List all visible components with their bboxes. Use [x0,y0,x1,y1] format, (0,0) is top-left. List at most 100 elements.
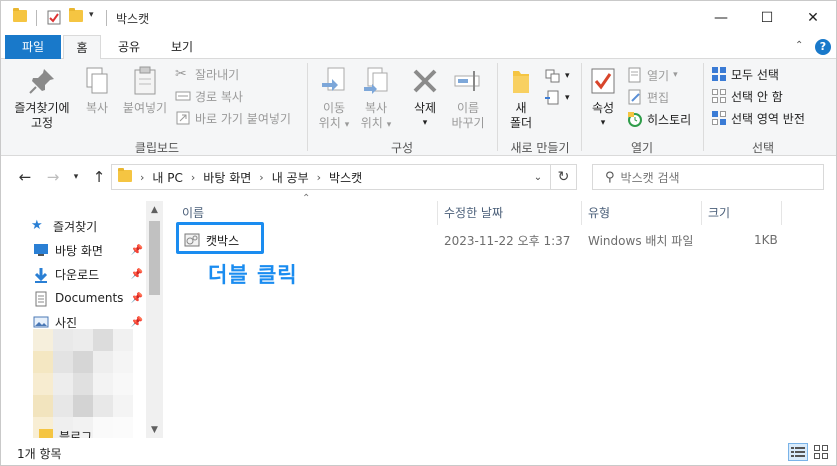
tab-view[interactable]: 보기 [159,35,205,59]
group-label-open: 열기 [630,141,654,155]
scroll-thumb[interactable] [149,221,160,295]
breadcrumb-desktop[interactable]: 바탕 화면 [203,169,251,186]
group-label-select: 선택 [751,141,775,155]
pin-icon[interactable]: 📌 [131,317,143,328]
pin-icon [26,65,58,97]
back-arrow-icon[interactable]: ← [13,165,37,189]
double-click-annotation: 더블 클릭 [208,263,298,287]
history-icon [627,111,643,127]
edit-button[interactable]: 편집 [627,87,669,107]
search-placeholder: 박스캣 검색 [620,170,680,185]
address-row: ← → ▾ ↑ › 내 PC › 바탕 화면 › 내 공부 › 박스캣 ⌄ ↻ … [1,157,836,197]
nav-item-desktop[interactable]: 바탕 화면 📌 [33,239,145,261]
invert-selection-button[interactable]: 선택 영역 반전 [711,108,805,128]
properties-button[interactable]: 속성 ▾ [585,65,621,131]
column-header-type[interactable]: 유형 [582,201,702,225]
chevron-right-icon[interactable]: › [140,171,144,184]
easy-access-button[interactable]: ▾ [545,88,570,108]
new-folder-quick-icon[interactable] [69,8,83,22]
minimize-button[interactable]: — [698,1,744,35]
forward-arrow-icon[interactable]: → [41,165,65,189]
copy-button[interactable]: 복사 [79,65,115,116]
help-icon[interactable]: ? [815,39,831,55]
cut-button[interactable]: ✂ 잘라내기 [175,64,239,84]
window-title: 박스캣 [116,12,150,26]
maximize-button[interactable]: ☐ [744,1,790,35]
scroll-down-icon[interactable]: ▼ [146,421,163,438]
chevron-right-icon[interactable]: › [259,171,263,184]
address-bar[interactable]: › 내 PC › 바탕 화면 › 내 공부 › 박스캣 ⌄ ↻ [111,164,577,190]
tab-file[interactable]: 파일 [5,35,61,59]
breadcrumb-boxcat[interactable]: 박스캣 [329,169,362,186]
close-button[interactable]: ✕ [790,1,836,35]
up-arrow-icon[interactable]: ↑ [87,165,111,189]
properties-quick-icon[interactable] [47,10,61,25]
move-to-icon [318,65,350,97]
copy-path-button[interactable]: 경로 복사 [175,86,243,106]
paste-shortcut-button[interactable]: 바로 가기 붙여넣기 [175,108,291,128]
refresh-icon[interactable]: ↻ [550,165,576,189]
select-all-button[interactable]: 모두 선택 [711,64,779,84]
paste-button[interactable]: 붙여넣기 [119,65,171,116]
new-folder-button[interactable]: 새 폴더 [503,65,539,131]
search-box[interactable]: ⚲ 박스캣 검색 [592,164,824,190]
history-button[interactable]: 히스토리 [627,109,691,129]
pin-icon[interactable]: 📌 [131,293,143,304]
column-header-size[interactable]: 크기 [702,201,782,225]
invert-selection-icon [711,110,727,126]
document-icon [33,291,49,307]
copy-to-button[interactable]: 복사 위치 ▾ [355,65,397,133]
collapse-ribbon-icon[interactable]: ⌃ [795,40,803,51]
delete-x-icon [409,65,441,97]
breadcrumb-this-pc[interactable]: 내 PC [152,169,182,186]
folder-icon [13,8,27,22]
new-folder-icon [505,65,537,97]
chevron-right-icon[interactable]: › [191,171,195,184]
new-item-button[interactable]: ▾ [545,66,570,86]
chevron-right-icon[interactable]: › [317,171,321,184]
pin-icon[interactable]: 📌 [131,245,143,256]
highlight-box [176,222,264,254]
select-all-icon [711,66,727,82]
rename-button[interactable]: 이름 바꾸기 [445,65,491,131]
large-icons-view-icon[interactable] [811,443,831,461]
status-bar: 1개 항목 [1,438,836,465]
delete-button[interactable]: 삭제 ▾ [405,65,445,131]
new-item-icon [545,68,561,84]
nav-item-documents[interactable]: Documents 📌 [33,287,145,309]
tab-home[interactable]: 홈 [63,35,101,60]
ribbon-home: 즐겨찾기에 고정 복사 붙여넣기 ✂ 잘라내기 경로 복사 바로 가기 붙여넣기 [1,59,836,156]
file-explorer-window: ▾ 박스캣 — ☐ ✕ 파일 홈 공유 보기 ⌃ ? 즐겨찾기에 고정 복사 붙… [0,0,837,466]
pin-to-quick-access-button[interactable]: 즐겨찾기에 고정 [9,65,75,131]
recent-locations-chevron-icon[interactable]: ▾ [64,165,88,189]
group-label-organize: 구성 [390,141,414,155]
path-icon [175,88,191,104]
star-icon: ★ [31,218,43,233]
open-icon [627,67,643,83]
column-header-modified[interactable]: 수정한 날짜 [438,201,582,225]
edit-icon [627,89,643,105]
desktop-icon [33,243,49,257]
select-none-button[interactable]: 선택 안 함 [711,86,783,106]
address-dropdown-icon[interactable]: ⌄ [528,165,548,189]
download-icon [33,267,49,283]
group-label-clipboard: 클립보드 [134,141,180,155]
copy-to-icon [360,65,392,97]
copy-icon [81,65,113,97]
nav-scrollbar[interactable]: ▲ ▼ [146,201,163,438]
open-button[interactable]: 열기 ▾ [627,65,678,85]
breadcrumb-study[interactable]: 내 공부 [272,169,309,186]
nav-item-downloads[interactable]: 다운로드 📌 [33,263,145,285]
title-bar: ▾ 박스캣 — ☐ ✕ [1,1,836,35]
pin-icon[interactable]: 📌 [131,269,143,280]
move-to-button[interactable]: 이동 위치 ▾ [313,65,355,133]
select-none-icon [711,88,727,104]
customize-quick-access-icon[interactable]: ▾ [89,10,94,20]
file-modified: 2023-11-22 오후 1:37 [444,233,571,248]
details-view-icon[interactable] [788,443,808,461]
tab-share[interactable]: 공유 [106,35,152,59]
group-label-new: 새로 만들기 [510,141,570,155]
nav-item-quick-access[interactable]: ★ 즐겨찾기 [31,215,143,237]
scroll-up-icon[interactable]: ▲ [146,201,163,218]
rename-icon [452,65,484,97]
